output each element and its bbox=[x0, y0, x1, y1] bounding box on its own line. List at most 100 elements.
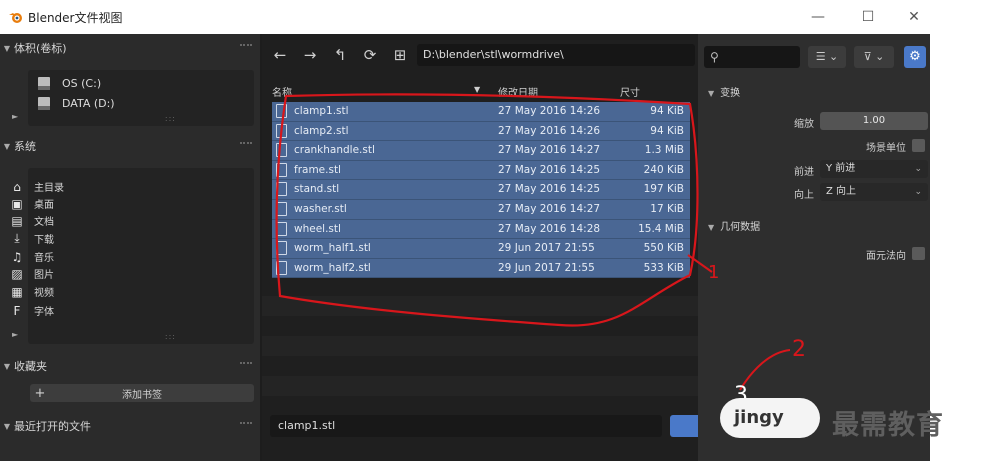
drag-grip-icon[interactable] bbox=[240, 362, 252, 368]
drag-grip-icon[interactable] bbox=[240, 44, 252, 50]
file-name: frame.stl bbox=[294, 163, 341, 176]
file-row[interactable]: worm_half1.stl 29 Jun 2017 21:55 550 KiB bbox=[272, 239, 690, 259]
file-name: washer.stl bbox=[294, 202, 347, 215]
new-folder-icon[interactable]: ⊞ bbox=[388, 43, 412, 67]
file-date: 27 May 2016 14:27 bbox=[498, 144, 601, 157]
file-row[interactable]: crankhandle.stl 27 May 2016 14:27 1.3 MiB bbox=[272, 141, 690, 161]
geometry-label: 几何数据 bbox=[720, 222, 761, 233]
directory-path-field[interactable]: D:\blender\stl\wormdrive\ bbox=[417, 44, 695, 66]
recent-panel-header[interactable]: ▼ 最近打开的文件 bbox=[0, 414, 260, 438]
pictures-icon: ▨ bbox=[11, 266, 23, 281]
drive-label: OS (C:) bbox=[62, 76, 102, 90]
expand-icon[interactable]: ► bbox=[12, 330, 18, 339]
collapse-icon: ▼ bbox=[708, 89, 715, 98]
filter-dropdown[interactable]: ⊽ ⌄ bbox=[854, 46, 894, 68]
file-date: 29 Jun 2017 21:55 bbox=[498, 261, 595, 274]
bookmarks-panel-header[interactable]: ▼ 收藏夹 bbox=[0, 354, 260, 378]
minimize-button[interactable]: — bbox=[808, 8, 828, 26]
sidebar-item-music[interactable]: ♫ 音乐 bbox=[10, 248, 54, 265]
blender-logo-icon bbox=[9, 13, 22, 23]
file-browser: ▼ 体积(卷标) OS (C:) DATA (D:) ► ::: ▼ 系统 ⌂ 主… bbox=[0, 34, 930, 461]
file-row[interactable]: clamp1.stl 27 May 2016 14:26 94 KiB bbox=[272, 102, 690, 122]
transform-section-header[interactable]: ▼ 变换 bbox=[708, 84, 740, 99]
parent-directory-icon[interactable]: ↰ bbox=[328, 43, 352, 67]
drag-grip-icon[interactable] bbox=[240, 422, 252, 428]
file-size: 17 KiB bbox=[650, 202, 684, 215]
up-axis-select[interactable]: Z 向上 ⌄ bbox=[820, 183, 928, 201]
file-name: worm_half2.stl bbox=[294, 261, 371, 274]
system-panel-header[interactable]: ▼ 系统 bbox=[0, 134, 260, 158]
close-button[interactable]: ✕ bbox=[904, 8, 924, 26]
sidebar-item-home[interactable]: ⌂ 主目录 bbox=[10, 178, 64, 195]
file-icon bbox=[276, 241, 287, 256]
filename-input[interactable]: clamp1.stl bbox=[270, 415, 662, 437]
forward-label: 前进 bbox=[794, 167, 814, 178]
sidebar-item-label: 下载 bbox=[34, 235, 54, 246]
resize-dots-icon[interactable]: ::: bbox=[165, 332, 176, 341]
file-date: 27 May 2016 14:26 bbox=[498, 105, 601, 117]
maximize-button[interactable]: ☐ bbox=[858, 8, 878, 26]
file-size: 94 KiB bbox=[650, 105, 684, 117]
file-row[interactable]: clamp2.stl 27 May 2016 14:26 94 KiB bbox=[272, 121, 690, 142]
drive-d[interactable]: DATA (D:) bbox=[38, 94, 115, 112]
file-icon bbox=[276, 123, 287, 138]
sidebar-item-label: 文档 bbox=[34, 217, 54, 228]
search-icon: ⚲ bbox=[710, 50, 719, 64]
collapse-icon: ▼ bbox=[3, 421, 11, 431]
navigation-toolbar: ← → ↰ ⟳ ⊞ D:\blender\stl\wormdrive\ bbox=[262, 40, 698, 70]
refresh-icon[interactable]: ⟳ bbox=[358, 43, 382, 67]
file-size: 240 KiB bbox=[643, 163, 684, 176]
forward-axis-select[interactable]: Y 前进 ⌄ bbox=[820, 160, 928, 178]
file-row[interactable]: worm_half2.stl 29 Jun 2017 21:55 533 KiB bbox=[272, 258, 690, 279]
file-rows: clamp1.stl 27 May 2016 14:26 94 KiB clamp2.… bbox=[272, 102, 690, 279]
file-size: 533 KiB bbox=[643, 261, 684, 274]
sidebar-item-desktop[interactable]: ▣ 桌面 bbox=[10, 195, 54, 212]
scale-field[interactable]: 1.00 bbox=[820, 112, 928, 130]
file-size: 94 KiB bbox=[650, 124, 684, 137]
collapse-icon: ▼ bbox=[3, 43, 11, 53]
file-row[interactable]: stand.stl 27 May 2016 14:25 197 KiB bbox=[272, 180, 690, 200]
up-label: 向上 bbox=[794, 190, 814, 201]
home-icon: ⌂ bbox=[13, 179, 21, 194]
file-size: 197 KiB bbox=[643, 183, 684, 196]
music-icon: ♫ bbox=[11, 249, 23, 264]
left-sidebar: ▼ 体积(卷标) OS (C:) DATA (D:) ► ::: ▼ 系统 ⌂ 主… bbox=[0, 34, 260, 461]
sort-indicator-icon[interactable]: ▼ bbox=[474, 85, 480, 94]
face-normals-checkbox[interactable] bbox=[912, 247, 925, 260]
file-list-area: ← → ↰ ⟳ ⊞ D:\blender\stl\wormdrive\ 名称 ▼… bbox=[262, 34, 698, 461]
size-column-header[interactable]: 尺寸 bbox=[620, 84, 640, 99]
import-button[interactable] bbox=[670, 415, 698, 437]
font-icon: F bbox=[13, 303, 21, 318]
search-input[interactable]: ⚲ bbox=[704, 46, 800, 68]
forward-axis-value: Y 前进 bbox=[826, 163, 856, 174]
drive-c[interactable]: OS (C:) bbox=[38, 74, 101, 92]
geometry-section-header[interactable]: ▼ 几何数据 bbox=[708, 218, 760, 233]
add-bookmark-button[interactable]: + 添加书签 bbox=[30, 384, 254, 402]
sidebar-item-download[interactable]: ⤓ 下载 bbox=[10, 230, 54, 247]
sidebar-item-pictures[interactable]: ▨ 图片 bbox=[10, 265, 54, 282]
scene-unit-label: 场景单位 bbox=[866, 143, 906, 154]
sidebar-item-video[interactable]: ▦ 视频 bbox=[10, 283, 54, 300]
file-date: 29 Jun 2017 21:55 bbox=[498, 242, 595, 255]
name-column-header[interactable]: 名称 bbox=[272, 84, 292, 99]
expand-icon[interactable]: ► bbox=[12, 112, 18, 121]
file-row[interactable]: washer.stl 27 May 2016 14:27 17 KiB bbox=[272, 199, 690, 220]
sidebar-item-font[interactable]: F 字体 bbox=[10, 302, 54, 319]
volumes-panel-header[interactable]: ▼ 体积(卷标) bbox=[0, 36, 260, 60]
file-row[interactable]: frame.stl 27 May 2016 14:25 240 KiB bbox=[272, 160, 690, 181]
forward-arrow-icon[interactable]: → bbox=[298, 43, 322, 67]
resize-dots-icon[interactable]: ::: bbox=[165, 114, 176, 123]
file-icon bbox=[276, 201, 287, 216]
sidebar-item-documents[interactable]: ▤ 文档 bbox=[10, 212, 54, 229]
chevron-down-icon: ⌄ bbox=[914, 187, 922, 197]
date-column-header[interactable]: 修改日期 bbox=[498, 84, 538, 99]
back-arrow-icon[interactable]: ← bbox=[268, 43, 292, 67]
display-mode-dropdown[interactable]: ☰ ⌄ bbox=[808, 46, 846, 68]
settings-gear-icon[interactable]: ⚙ bbox=[904, 46, 926, 68]
volumes-list: OS (C:) DATA (D:) bbox=[28, 70, 254, 126]
drag-grip-icon[interactable] bbox=[240, 142, 252, 148]
documents-icon: ▤ bbox=[11, 213, 23, 228]
scene-unit-checkbox[interactable] bbox=[912, 139, 925, 152]
file-row[interactable]: wheel.stl 27 May 2016 14:28 15.4 MiB bbox=[272, 219, 690, 240]
plus-icon: + bbox=[34, 385, 46, 401]
